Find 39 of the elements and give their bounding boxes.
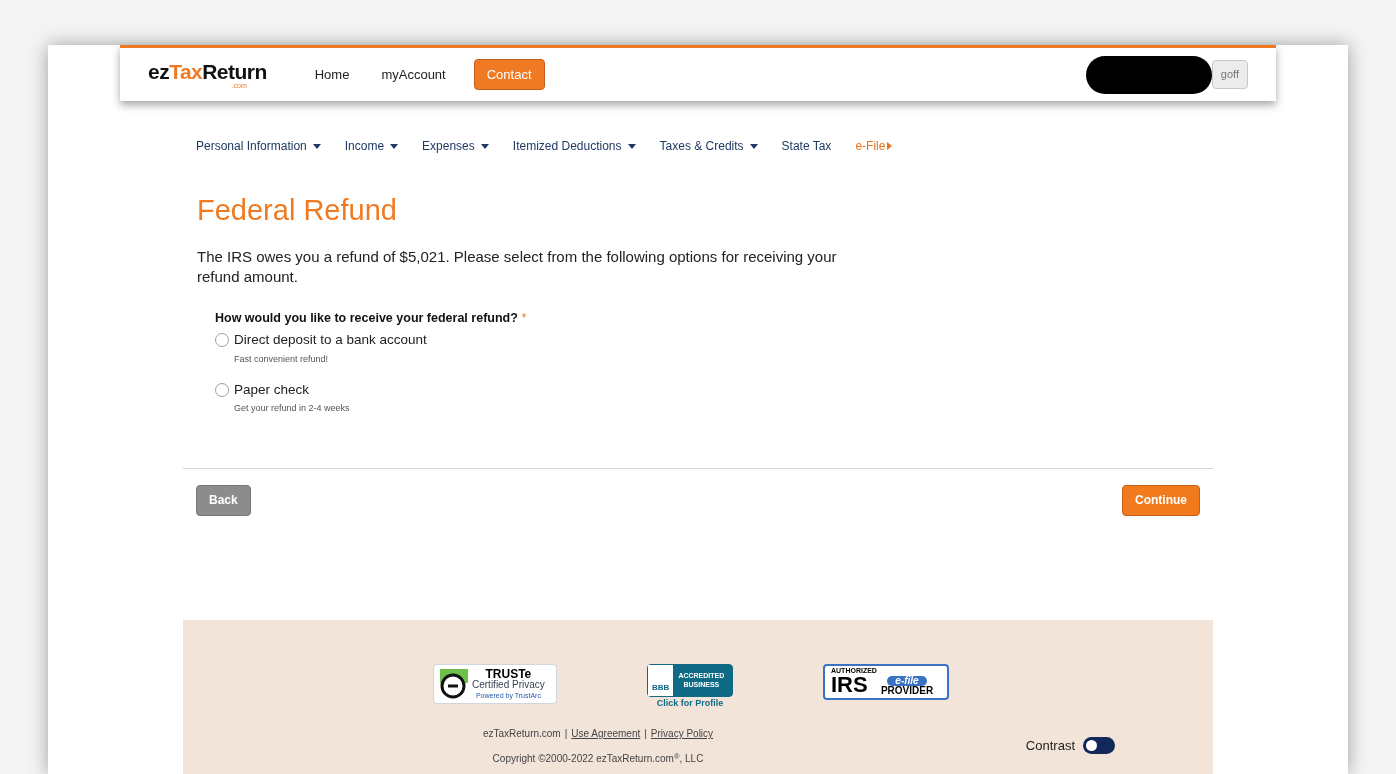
- menu-tab[interactable]: Personal Information: [196, 137, 321, 155]
- footer-link[interactable]: Use Agreement: [571, 726, 641, 742]
- separator: |: [644, 727, 647, 742]
- option-hint: Fast convenient refund!: [234, 352, 330, 366]
- menu-tab[interactable]: Taxes & Credits: [659, 137, 758, 155]
- bbb-mark: BBB: [648, 664, 674, 696]
- caret-down-icon: [749, 143, 758, 149]
- caret-down-icon: [390, 143, 399, 149]
- question-label: How would you like to receive your federal refund?: [215, 309, 518, 327]
- privacy-seal-icon: [440, 668, 468, 699]
- contrast-label: Contrast: [1025, 736, 1075, 755]
- irs-mark: IRS: [831, 673, 868, 696]
- site-name: ezTaxReturn.com: [482, 727, 561, 742]
- caret-right-icon: [887, 142, 893, 150]
- badge-text: Certified Privacy: [472, 680, 545, 691]
- caret-down-icon: [627, 143, 636, 149]
- menu-tab[interactable]: Income: [344, 137, 399, 155]
- required-marker: *: [521, 309, 527, 327]
- contrast-toggle[interactable]: [1083, 737, 1115, 754]
- intro-text: The IRS owes you a refund of $5,021. Please select from the following options for receiving your refund amount.: [197, 246, 838, 287]
- option-hint: Get your refund in 2-4 weeks: [234, 402, 350, 416]
- caret-down-icon: [312, 143, 321, 149]
- footer-link[interactable]: Privacy Policy: [650, 726, 714, 742]
- page-title: Federal Refund: [197, 193, 398, 228]
- option-label: Paper check: [234, 381, 311, 399]
- nav-link[interactable]: myAccount: [381, 64, 446, 85]
- caret-down-icon: [480, 143, 489, 149]
- option-label: Direct deposit to a bank account: [234, 331, 427, 350]
- badge-title: TRUSTe: [485, 668, 532, 681]
- separator: |: [564, 727, 568, 742]
- logoff-button[interactable]: goff: [1211, 60, 1248, 89]
- profile-link[interactable]: Click for Profile: [656, 696, 724, 711]
- copyright-text: Copyright ©2000-2022 ezTaxReturn.com$^{®}$, LLC: [491, 751, 705, 767]
- efile-tag: e-file: [887, 675, 927, 686]
- badge-text: PROVIDER: [880, 685, 934, 696]
- menu-tab[interactable]: Expenses: [422, 137, 489, 155]
- menu-tab[interactable]: State Tax: [781, 137, 832, 155]
- menu-tab[interactable]: Itemized Deductions: [512, 137, 636, 155]
- nav-link[interactable]: Home: [314, 64, 350, 85]
